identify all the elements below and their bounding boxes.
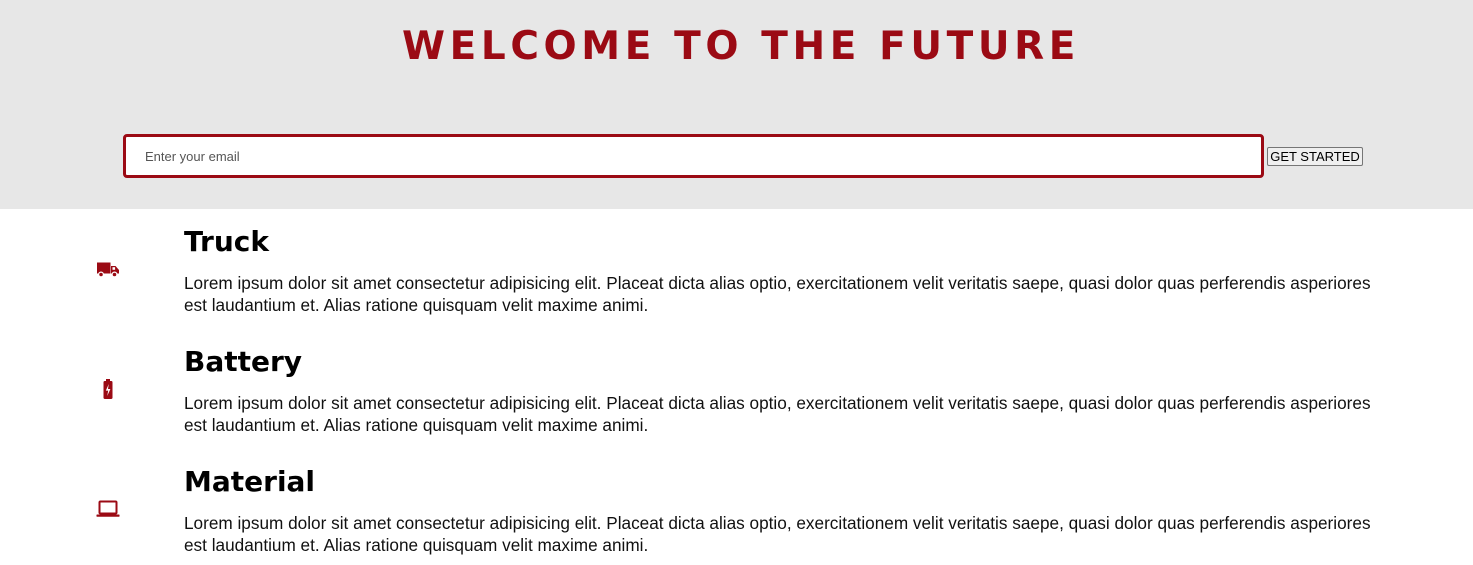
feature-title-truck: Truck [184,225,269,258]
laptop-icon [96,498,120,520]
feature-text-battery: Lorem ipsum dolor sit amet consectetur a… [184,393,1371,435]
feature-text-material: Lorem ipsum dolor sit amet consectetur a… [184,513,1371,555]
truck-icon [96,258,120,280]
signup-form: GET STARTED [123,134,1363,178]
feature-title-material: Material [184,465,316,498]
hero-header: WELCOME TO THE FUTURE GET STARTED [0,0,1473,209]
get-started-button[interactable]: GET STARTED [1267,147,1363,166]
battery-charging-icon [96,378,120,400]
email-input[interactable] [123,134,1264,178]
feature-text-truck: Lorem ipsum dolor sit amet consectetur a… [184,273,1371,315]
feature-title-battery: Battery [184,345,303,378]
page-title: WELCOME TO THE FUTURE [402,24,1080,69]
